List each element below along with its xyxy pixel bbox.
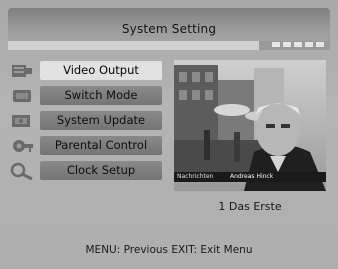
clock-setup-icon	[10, 162, 33, 180]
parental-control-icon	[13, 140, 33, 152]
system-update-icon	[12, 115, 30, 127]
video-output-icon	[12, 65, 32, 77]
indicator-dot	[316, 42, 324, 47]
channel-info: 1 Das Erste	[174, 200, 326, 213]
indicator-dot	[294, 42, 302, 47]
menu-item-system-update[interactable]: System Update	[40, 111, 162, 130]
preview-caption-left: Nachrichten	[177, 173, 214, 180]
menu-key-action: Previous	[123, 244, 168, 256]
progress-fill	[8, 41, 260, 50]
channel-number: 1	[218, 200, 226, 213]
title-bar: System Setting	[8, 8, 330, 44]
system-setting-screen: System Setting Video Output Switch Mode …	[0, 0, 338, 269]
channel-name: Das Erste	[228, 200, 282, 213]
switch-mode-icon	[13, 90, 31, 102]
preview-caption-right: Andreas Hinck	[230, 173, 274, 180]
indicator-dot	[283, 42, 291, 47]
indicator-dots	[272, 42, 324, 47]
indicator-dot	[305, 42, 313, 47]
indicator-dot	[272, 42, 280, 47]
menu-key-label: MENU:	[85, 244, 121, 256]
menu-item-video-output[interactable]: Video Output	[40, 61, 162, 80]
page-title: System Setting	[121, 22, 217, 36]
footer-help: MENU: Previous EXIT: Exit Menu	[0, 244, 338, 256]
exit-key-action: Exit Menu	[200, 244, 253, 256]
menu-item-switch-mode[interactable]: Switch Mode	[40, 86, 162, 105]
tv-preview: Nachrichten Andreas Hinck	[174, 60, 326, 191]
menu-item-parental-control[interactable]: Parental Control	[40, 136, 162, 155]
exit-key-label: EXIT:	[171, 244, 198, 256]
menu-item-clock-setup[interactable]: Clock Setup	[40, 161, 162, 180]
